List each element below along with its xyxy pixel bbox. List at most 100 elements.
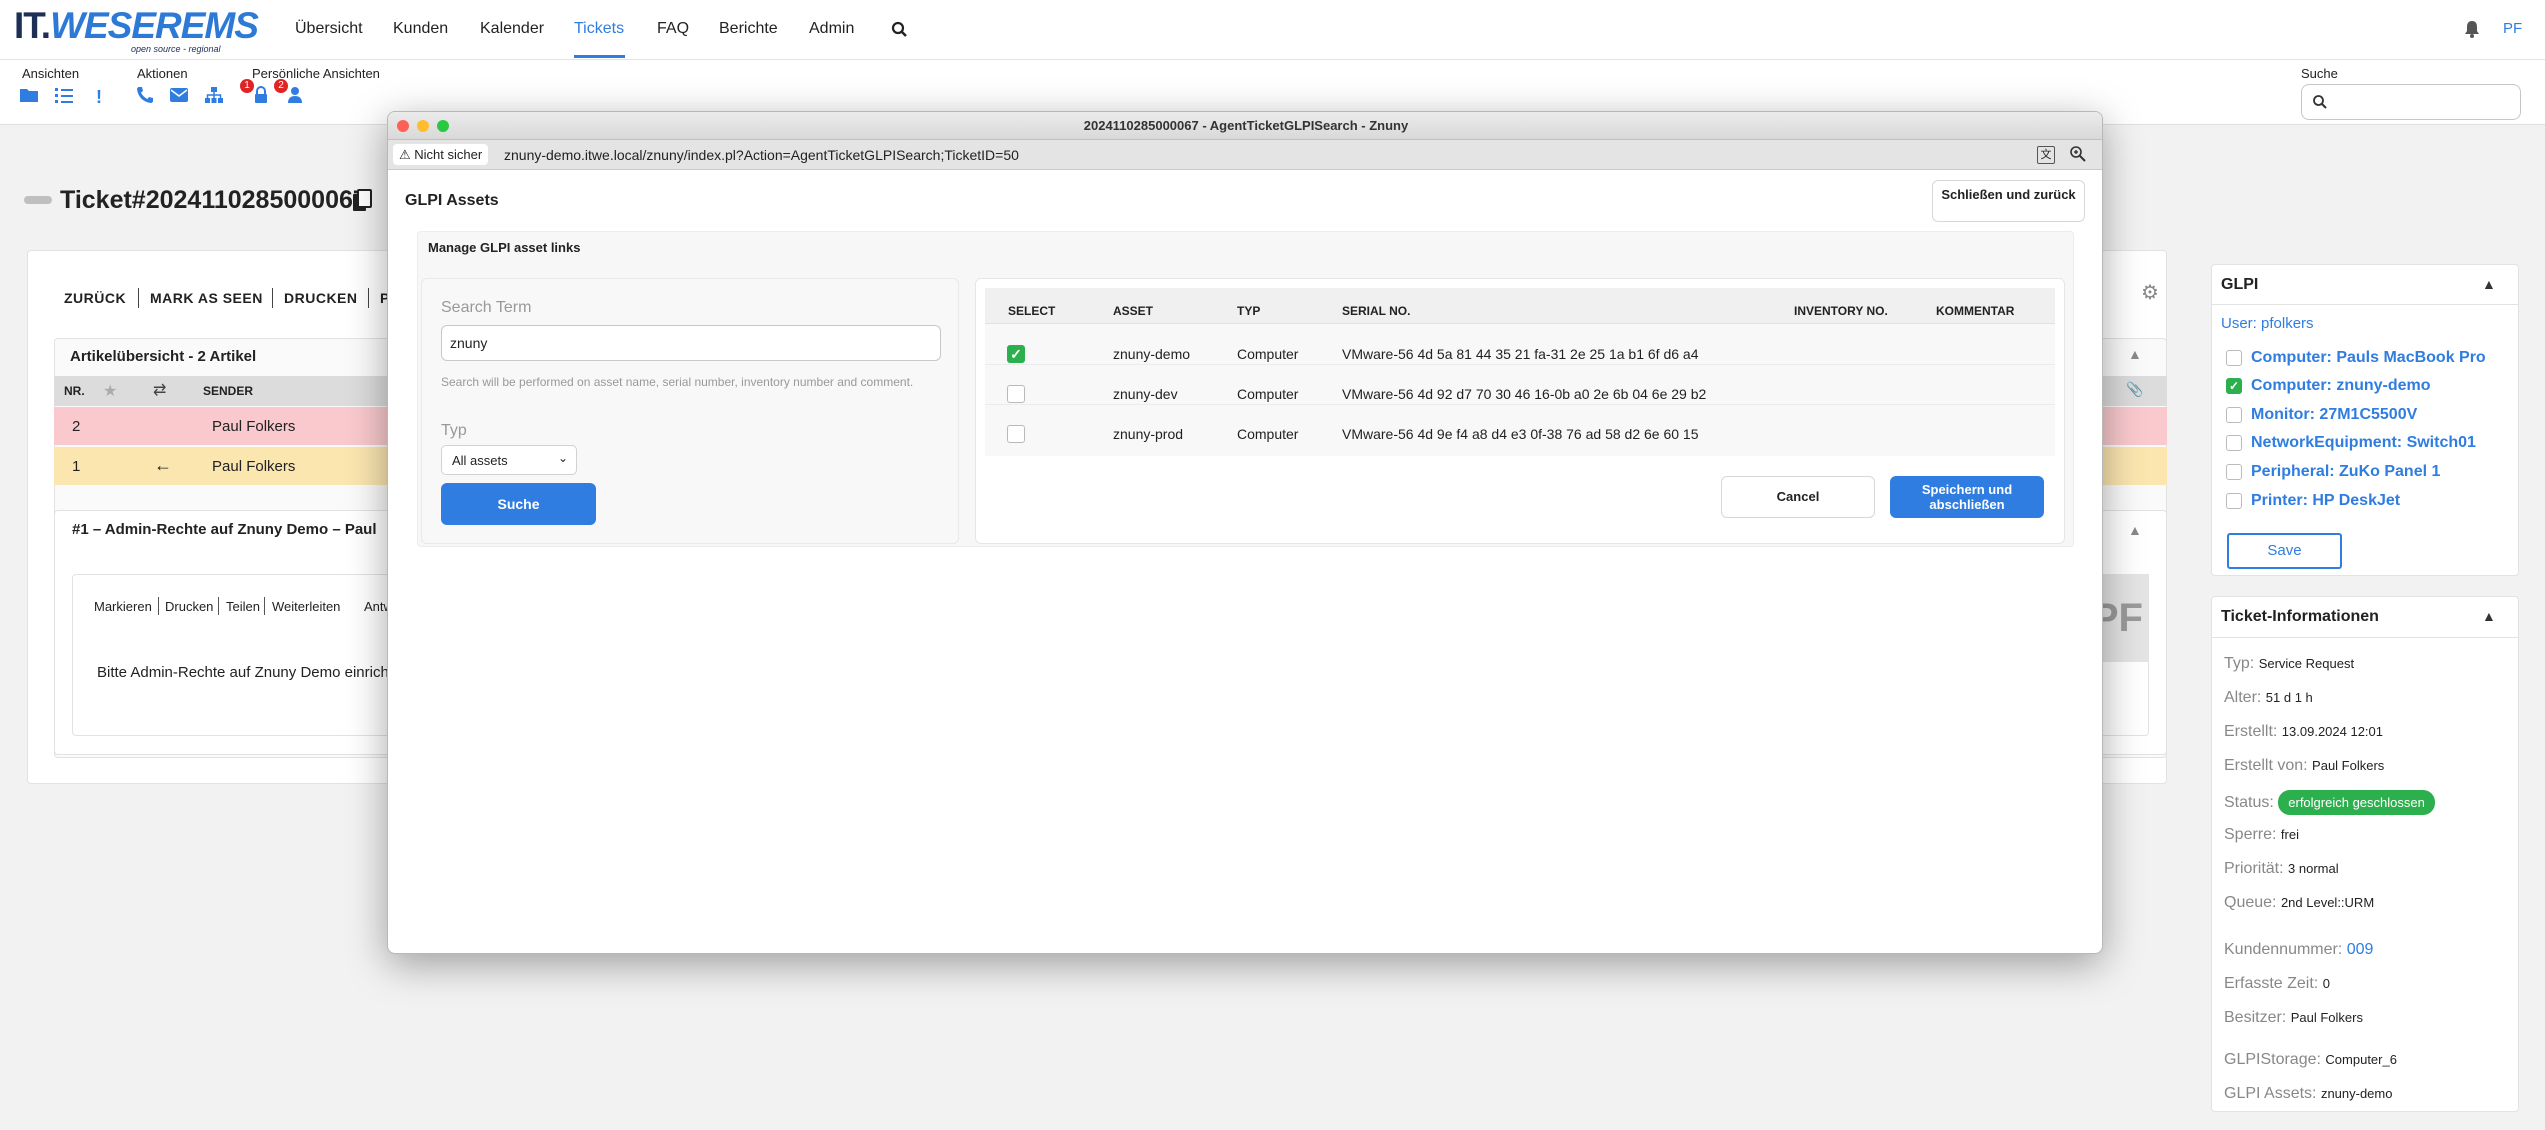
url-text[interactable]: znuny-demo.itwe.local/znuny/index.pl?Act… [504,147,1019,163]
user-icon[interactable] [284,86,306,108]
info-key: Erstellt von: [2224,757,2308,774]
attachment-icon: 📎 [2126,381,2144,397]
customer-id-link[interactable]: 009 [2347,941,2374,958]
cancel-button[interactable]: Cancel [1721,476,1875,518]
translate-icon[interactable]: 文 [2037,146,2055,164]
info-row-typ: Typ: Service Request [2224,655,2354,673]
asset-type: Computer [1237,346,1299,362]
escalation-icon[interactable]: ! [88,86,110,108]
article-nr: 2 [72,418,81,435]
column-typ: TYP [1237,304,1261,318]
info-row-besitzer: Besitzer: Paul Folkers [2224,1009,2363,1027]
nav-active-indicator [574,55,625,58]
company-logo[interactable]: IT.WESEREMS open source - regional [14,6,264,56]
email-icon[interactable] [168,86,190,108]
manage-section-heading: Manage GLPI asset links [428,240,581,255]
info-key: Besitzer: [2224,1009,2287,1026]
action-divider [158,597,159,615]
search-icon[interactable] [890,20,910,40]
action-divider [264,597,265,615]
action-back[interactable]: ZURÜCK [64,290,126,306]
collapse-icon[interactable]: ▲ [2128,346,2142,362]
search-button[interactable]: Suche [441,483,596,525]
nav-item-faq[interactable]: FAQ [657,20,689,42]
status-badge: erfolgreich geschlossen [2278,790,2435,815]
direction-icon: ⇄ [153,382,167,399]
info-row-prioritaet: Priorität: 3 normal [2224,860,2339,878]
article-body-text: Bitte Admin-Rechte auf Znuny Demo einric… [97,664,402,681]
action-mark-as-seen[interactable]: MARK AS SEEN [150,290,263,306]
action-divider [368,288,369,308]
toolbar-label-aktionen: Aktionen [137,66,188,81]
info-value: Paul Folkers [2312,758,2385,773]
column-inventory: INVENTORY NO. [1794,304,1888,318]
locked-count-badge: 1 [240,79,254,93]
lock-icon[interactable] [250,86,272,108]
article-action-share[interactable]: Teilen [226,599,260,614]
action-divider [218,597,219,615]
warning-icon: ⚠ [399,147,411,162]
ticket-info-fields: Typ: Service Request Alter: 51 d 1 h Ers… [2224,0,2514,1130]
address-bar[interactable]: ⚠ Nicht sicher znuny-demo.itwe.local/znu… [388,140,2102,170]
info-row-alter: Alter: 51 d 1 h [2224,689,2313,707]
collapse-icon[interactable]: ▲ [2128,522,2142,538]
close-and-back-button[interactable]: Schließen und zurück [1932,180,2085,222]
nav-item-admin[interactable]: Admin [809,20,854,42]
select-checkbox[interactable]: ✓ [1007,345,1025,363]
info-value: 0 [2322,976,2330,991]
ticket-title: Ticket#2024110285000067 [60,186,367,214]
copy-icon[interactable] [351,188,373,214]
sitemap-icon[interactable] [203,86,225,108]
type-select[interactable]: All assets ⌄ [441,445,577,475]
article-action-print[interactable]: Drucken [165,599,213,614]
toolbar-label-ansichten: Ansichten [22,66,80,81]
window-titlebar[interactable]: 2024110285000067 - AgentTicketGLPISearch… [388,112,2102,140]
glpi-search-window: 2024110285000067 - AgentTicketGLPISearch… [387,111,2103,954]
info-row-sperre: Sperre: frei [2224,826,2299,844]
info-row-queue: Queue: 2nd Level::URM [2224,894,2374,912]
article-action-mark[interactable]: Markieren [94,599,152,614]
nav-item-kalender[interactable]: Kalender [480,20,544,42]
select-checkbox[interactable] [1007,385,1025,403]
asset-name: znuny-demo [1113,346,1191,362]
column-comment: KOMMENTAR [1936,304,2015,318]
column-serial: SERIAL NO. [1342,304,1411,318]
folder-icon[interactable] [18,86,40,108]
select-checkbox[interactable] [1007,425,1025,443]
action-print[interactable]: DRUCKEN [284,290,358,306]
logo-text-right: WESEREMS [50,5,259,46]
column-asset: ASSET [1113,304,1154,318]
info-key: GLPIStorage: [2224,1051,2321,1068]
info-key: GLPI Assets: [2224,1085,2317,1102]
gear-icon[interactable]: ⚙ [2141,280,2159,305]
asset-name: znuny-dev [1113,386,1178,402]
window-title: 2024110285000067 - AgentTicketGLPISearch… [1083,118,1409,133]
search-term-input[interactable]: znuny [441,325,941,361]
info-key: Status: [2224,794,2274,811]
info-value: Service Request [2258,656,2355,671]
toolbar-label-persoenliche: Persönliche Ansichten [252,66,380,81]
asset-name: znuny-prod [1113,426,1184,442]
nav-item-berichte[interactable]: Berichte [719,20,778,42]
save-and-finish-button[interactable]: Speichern und abschließen [1890,476,2044,518]
nav-item-tickets[interactable]: Tickets [574,20,624,42]
security-indicator[interactable]: ⚠ Nicht sicher [393,144,489,165]
info-row-status: Status: erfolgreich geschlossen [2224,790,2435,815]
zoom-icon[interactable] [2069,145,2087,163]
info-key: Kundennummer: [2224,941,2343,958]
info-row-kundennummer: Kundennummer: 009 [2224,941,2373,959]
star-icon: ★ [103,383,118,400]
collapse-handle[interactable] [24,196,52,204]
list-icon[interactable] [53,86,75,108]
column-nr: NR. [64,384,85,398]
asset-type: Computer [1237,386,1299,402]
nav-item-kunden[interactable]: Kunden [393,20,448,42]
window-heading: GLPI Assets [405,192,499,209]
nav-item-uebersicht[interactable]: Übersicht [295,20,363,42]
article-sender: Paul Folkers [212,418,296,435]
article-sender: Paul Folkers [212,458,296,475]
info-value: znuny-demo [2320,1086,2393,1101]
article-action-forward[interactable]: Weiterleiten [272,599,340,614]
phone-icon[interactable] [134,86,156,108]
info-value: 3 normal [2288,861,2339,876]
